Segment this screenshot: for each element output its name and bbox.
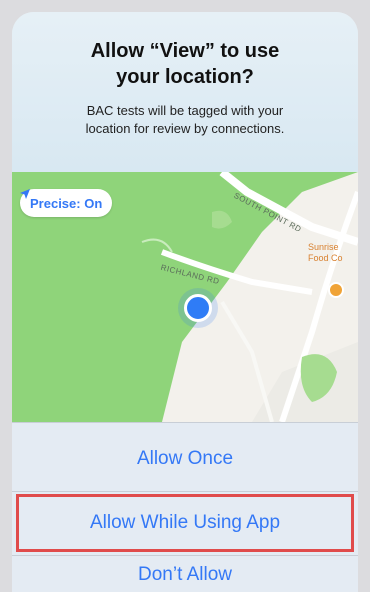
allow-while-using-app-button[interactable]: Allow While Using App [12,494,358,552]
dialog-message-line-2: location for review by connections. [85,121,285,136]
divider [12,555,358,556]
poi-label-line-1: Sunrise [308,242,339,252]
poi-label-line-2: Food Co [308,253,343,263]
dialog-message-line-1: BAC tests will be tagged with your [86,103,284,118]
divider [12,422,358,423]
divider [12,491,358,492]
dialog-message: BAC tests will be tagged with your locat… [32,102,338,138]
dialog-title: Allow “View” to use your location? [12,38,358,90]
precise-location-toggle[interactable]: Precise: On [20,189,113,217]
poi-label: Sunrise Food Co [308,242,343,264]
poi-pin-icon[interactable] [328,282,344,298]
dialog-header: Allow “View” to use your location? BAC t… [12,12,358,172]
location-permission-dialog: Allow “View” to use your location? BAC t… [12,12,358,592]
location-arrow-icon [20,189,30,199]
dont-allow-button[interactable]: Don’t Allow [12,558,358,592]
dialog-actions: Allow Once Allow While Using App Don’t A… [12,422,358,592]
precise-label: Precise: On [30,195,103,211]
allow-once-button[interactable]: Allow Once [12,430,358,488]
location-map: Precise: On SOUTH POINT RD RICHLAND RD S… [12,172,358,422]
dialog-title-line-2: your location? [116,66,254,88]
dialog-title-line-1: Allow “View” to use [90,40,280,62]
current-location-dot [184,294,212,322]
